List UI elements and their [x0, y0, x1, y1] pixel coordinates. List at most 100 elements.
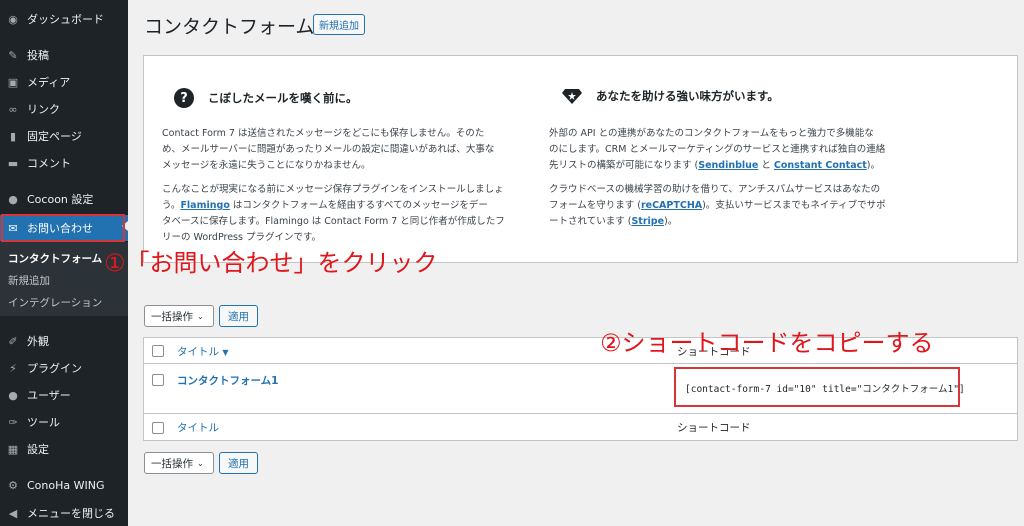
- text-fragment: )。: [664, 216, 678, 227]
- user-icon: ●: [8, 388, 18, 402]
- recaptcha-link[interactable]: reCAPTCHA: [641, 200, 702, 211]
- sidebar-item-label: 設定: [27, 443, 49, 456]
- sidebar-item-media[interactable]: ▣ メディア: [0, 71, 128, 93]
- text-fragment: ートされています (: [549, 216, 632, 227]
- flamingo-link[interactable]: Flamingo: [180, 200, 229, 211]
- highlight-box-shortcode: [674, 367, 960, 407]
- bulk-action-label: 一括操作: [151, 457, 193, 470]
- sidebar-item-label: コメント: [27, 157, 71, 170]
- link-icon: ∞: [8, 102, 18, 116]
- comment-icon: ▬: [7, 156, 19, 170]
- text-line: のにします。CRM とメールマーケティングのサービスと連携すれば独自の連絡: [549, 144, 886, 155]
- constant-contact-link[interactable]: Constant Contact: [774, 160, 867, 171]
- gear-icon: ⚙: [8, 478, 18, 492]
- sidebar-item-label: 固定ページ: [27, 130, 82, 143]
- submenu-item-integration[interactable]: インテグレーション: [0, 295, 128, 310]
- sidebar-item-plugins[interactable]: ⚡ プラグイン: [0, 357, 128, 379]
- sidebar-item-label: プラグイン: [27, 362, 82, 375]
- sidebar-item-label: Cocoon 設定: [27, 193, 94, 206]
- text-line: クラウドベースの機械学習の助けを借りて、アンチスパムサービスはあなたの: [549, 184, 881, 195]
- bulk-action-label: 一括操作: [151, 310, 193, 323]
- dashboard-icon: ◉: [8, 12, 18, 26]
- cocoon-icon: ●: [8, 192, 18, 206]
- welcome-panel: ? こぼしたメールを嘆く前に。 Contact Form 7 は送信されたメッセ…: [143, 55, 1018, 263]
- sidebar-item-settings[interactable]: ▦ 設定: [0, 438, 128, 460]
- table-row: コンタクトフォーム1 [contact-form-7 id="10" title…: [144, 364, 1017, 414]
- sort-indicator-icon: ▼: [222, 348, 229, 357]
- sidebar-item-comments[interactable]: ▬ コメント: [0, 152, 128, 174]
- text-fragment: はコンタクトフォームを経由するすべてのメッセージをデー: [229, 200, 488, 211]
- sidebar-item-tools[interactable]: ✑ ツール: [0, 411, 128, 433]
- text-line: 先リストの構築が可能になります (Sendinblue と Constant C…: [549, 158, 919, 174]
- add-new-button[interactable]: 新規追加: [313, 14, 365, 35]
- wrench-icon: ✑: [8, 415, 18, 429]
- sidebar-item-label: 投稿: [27, 49, 49, 62]
- sidebar-item-cocoon[interactable]: ● Cocoon 設定: [0, 188, 128, 210]
- sidebar-item-users[interactable]: ● ユーザー: [0, 384, 128, 406]
- sidebar-item-label: メニューを閉じる: [27, 507, 115, 520]
- media-icon: ▣: [7, 75, 19, 89]
- text-fragment: う。: [162, 200, 181, 211]
- sidebar-item-conoha[interactable]: ⚙ ConoHa WING: [0, 474, 128, 496]
- text-line: タベースに保存します。Flamingo は Contact Form 7 と同じ…: [162, 216, 505, 227]
- sidebar-item-posts[interactable]: ✎ 投稿: [0, 44, 128, 66]
- sidebar-item-label: ユーザー: [27, 389, 71, 402]
- welcome-right-title: あなたを助ける強い味方がいます。: [562, 88, 779, 104]
- sidebar-item-label: ツール: [27, 416, 60, 429]
- sidebar-item-label: リンク: [27, 103, 60, 116]
- text-line: Contact Form 7 は送信されたメッセージをどこにも保存しません。その…: [162, 128, 485, 139]
- sendinblue-link[interactable]: Sendinblue: [698, 160, 758, 171]
- page-icon: ▮: [9, 129, 17, 143]
- text-line: ートされています (Stripe)。: [549, 214, 919, 230]
- chevron-down-icon: ⌄: [197, 311, 204, 321]
- row-checkbox[interactable]: [152, 374, 164, 386]
- apply-button-top[interactable]: 適用: [219, 305, 258, 327]
- sidebar-item-dashboard[interactable]: ◉ ダッシュボード: [0, 8, 128, 30]
- welcome-right-paragraph-2: クラウドベースの機械学習の助けを借りて、アンチスパムサービスはあなたの フォーム…: [549, 182, 919, 230]
- sidebar-item-pages[interactable]: ▮ 固定ページ: [0, 125, 128, 147]
- text-line: う。Flamingo はコンタクトフォームを経由するすべてのメッセージをデー: [162, 198, 507, 214]
- sidebar-item-label: 外観: [27, 335, 49, 348]
- form-title-link[interactable]: コンタクトフォーム1: [177, 373, 279, 388]
- welcome-left-paragraph-2: こんなことが現実になる前にメッセージ保存プラグインをインストールしましょ う。F…: [162, 182, 507, 246]
- text-line: メッセージを永遠に失うことになりかねません。: [162, 160, 371, 171]
- sidebar-item-label: メディア: [27, 76, 71, 89]
- stripe-link[interactable]: Stripe: [631, 216, 664, 227]
- welcome-left-title: ? こぼしたメールを嘆く前に。: [174, 88, 358, 108]
- text-fragment: )。: [866, 160, 881, 171]
- chevron-down-icon: ⌄: [197, 458, 204, 468]
- collapse-menu-button[interactable]: ◀ メニューを閉じる: [0, 502, 128, 524]
- column-title-label: タイトル: [177, 346, 219, 358]
- annotation-step-2: ②ショートコードをコピーする: [600, 329, 934, 357]
- settings-icon: ▦: [7, 442, 19, 456]
- apply-button-bottom[interactable]: 適用: [219, 452, 258, 474]
- welcome-right-paragraph-1: 外部の API との連携があなたのコンタクトフォームをもっと強力で多機能な のに…: [549, 126, 919, 174]
- text-fragment: 先リストの構築が可能になります (: [549, 160, 699, 171]
- bulk-action-select-top[interactable]: 一括操作 ⌄: [144, 305, 214, 327]
- sidebar-item-appearance[interactable]: ✐ 外観: [0, 330, 128, 352]
- table-footer: タイトル ショートコード: [144, 414, 1017, 441]
- text-fragment: と: [758, 160, 774, 171]
- sidebar-item-links[interactable]: ∞ リンク: [0, 98, 128, 120]
- text-line: フォームを守ります (reCAPTCHA)。支払いサービスまでもネイティブでサポ: [549, 198, 919, 214]
- column-shortcode-footer: ショートコード: [677, 422, 751, 434]
- select-all-checkbox-footer[interactable]: [152, 422, 164, 434]
- text-line: こんなことが現実になる前にメッセージ保存プラグインをインストールしましょ: [162, 184, 504, 195]
- bulk-action-select-bottom[interactable]: 一括操作 ⌄: [144, 452, 214, 474]
- column-title-footer[interactable]: タイトル: [177, 420, 219, 435]
- welcome-right-title-text: あなたを助ける強い味方がいます。: [596, 89, 779, 103]
- select-all-checkbox[interactable]: [152, 345, 164, 357]
- welcome-left-title-text: こぼしたメールを嘆く前に。: [208, 91, 358, 105]
- brush-icon: ✐: [8, 334, 18, 348]
- pin-icon: ✎: [8, 48, 18, 62]
- sidebar-item-label: ConoHa WING: [27, 478, 105, 492]
- highlight-box-contact: [1, 214, 125, 242]
- text-fragment: )。支払いサービスまでもネイティブでサポ: [702, 200, 886, 211]
- sidebar-item-label: ダッシュボード: [27, 13, 104, 26]
- question-icon: ?: [174, 88, 194, 108]
- column-title-header[interactable]: タイトル ▼: [177, 344, 229, 359]
- text-line: め、メールサーバーに問題があったりメールの設定に間違いがあれば、大事な: [162, 144, 495, 155]
- text-fragment: フォームを守ります (: [549, 200, 641, 211]
- text-line: 外部の API との連携があなたのコンタクトフォームをもっと強力で多機能な: [549, 128, 874, 139]
- plug-icon: ⚡: [9, 361, 17, 375]
